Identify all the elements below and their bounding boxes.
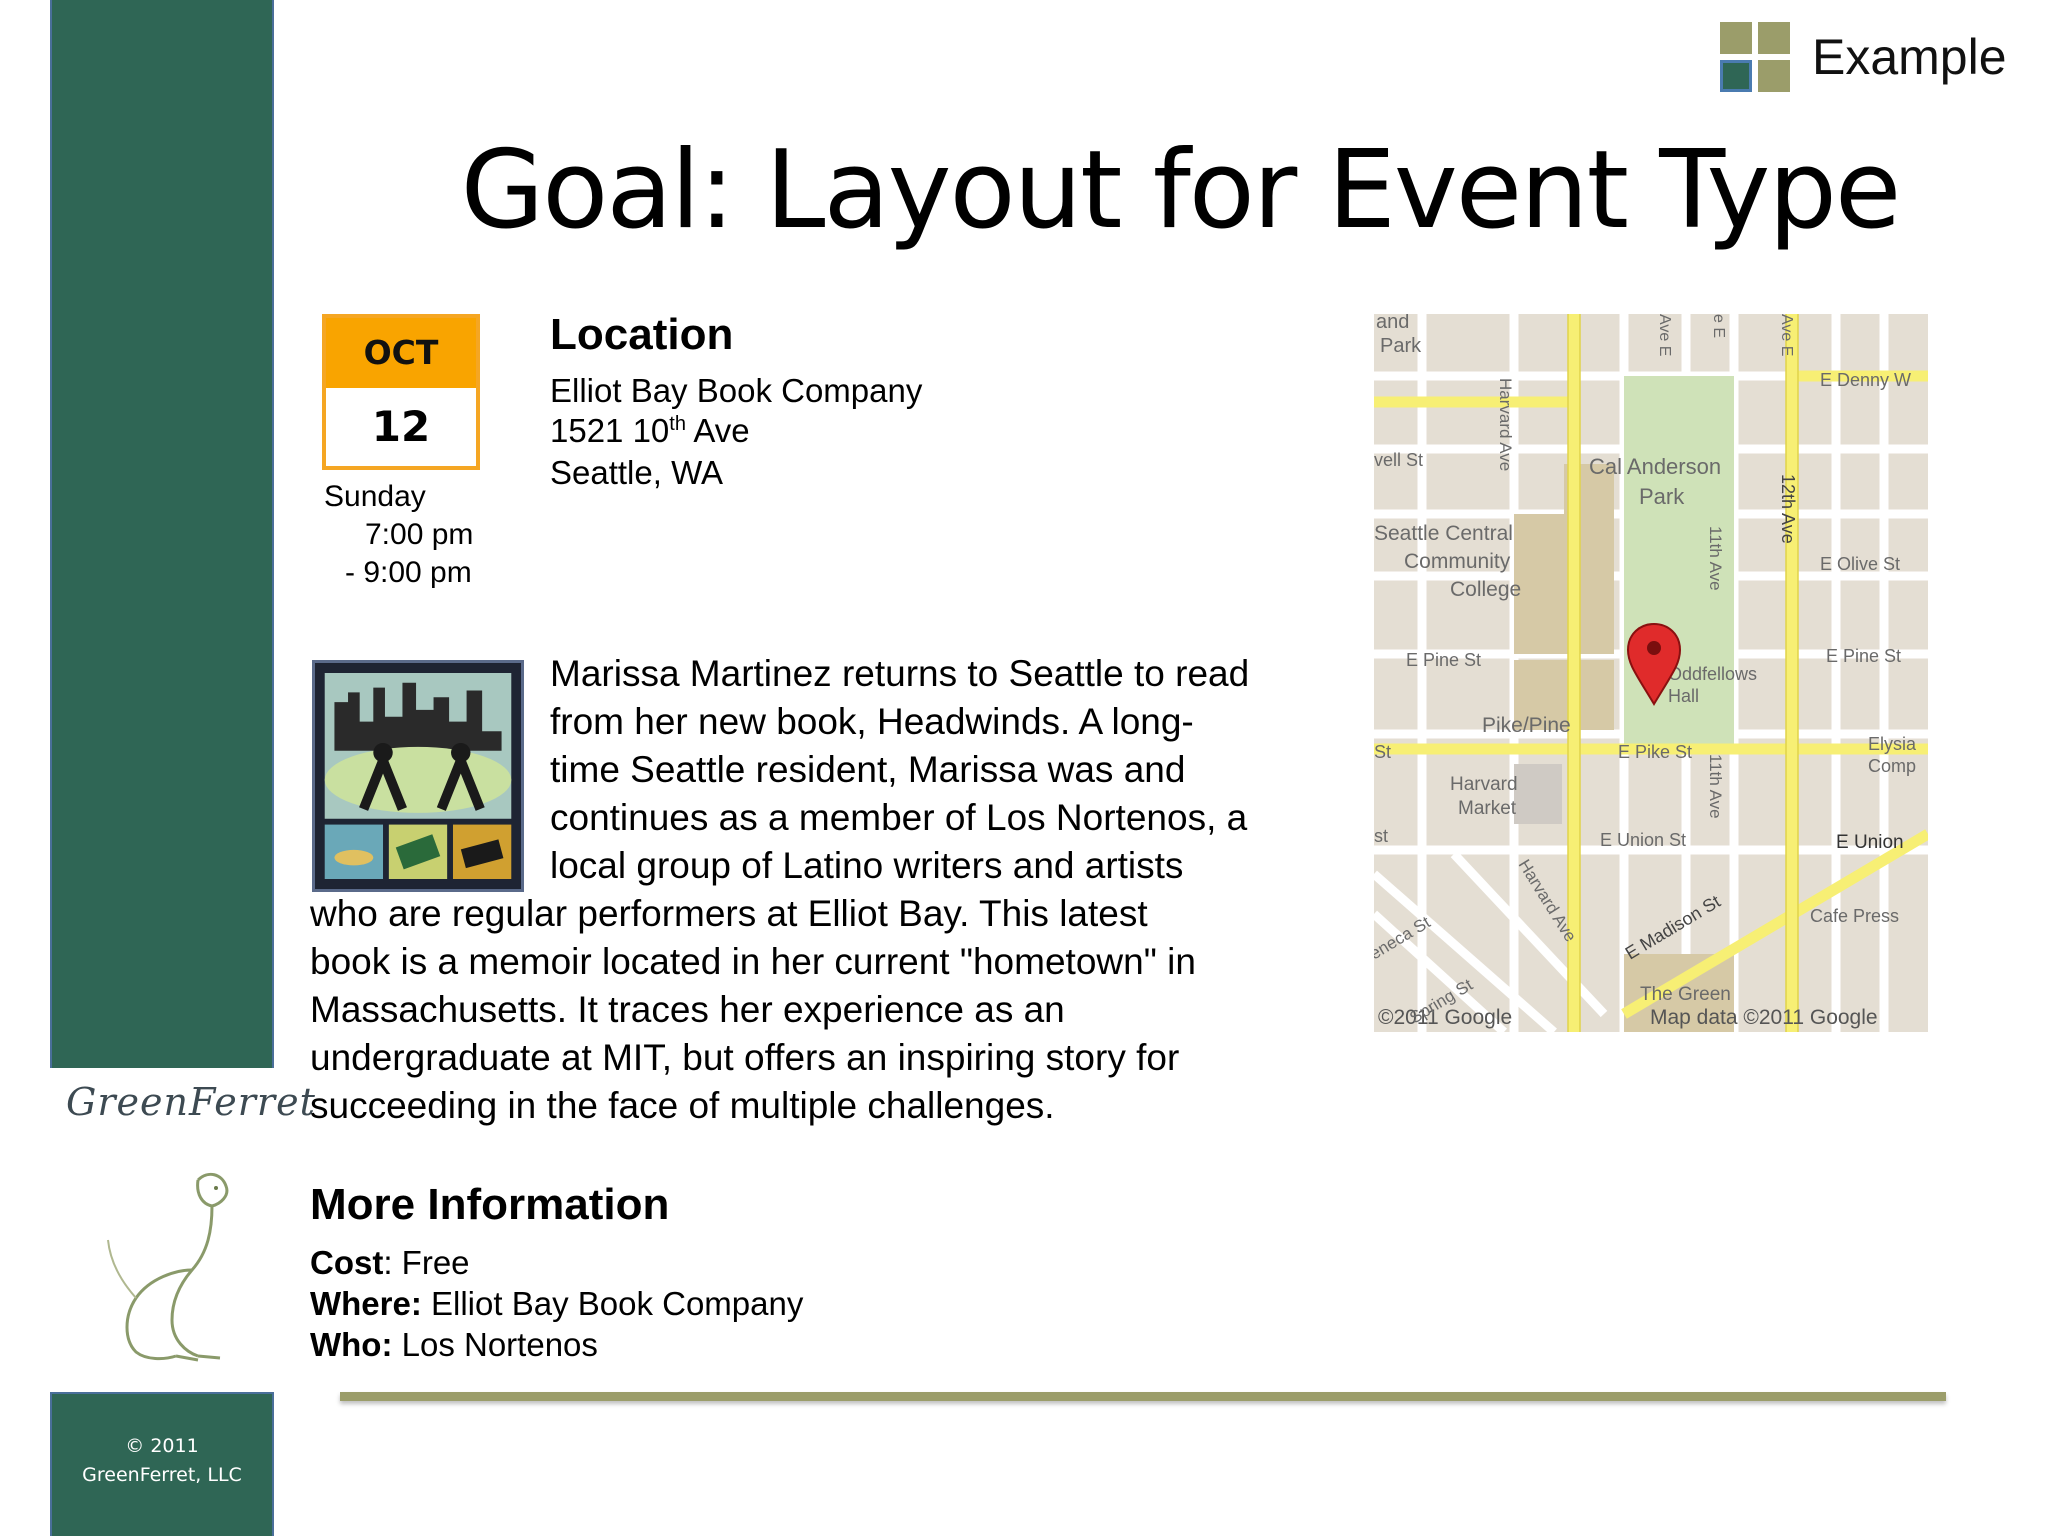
calendar-month: OCT	[326, 318, 476, 388]
description-line: Marissa Martinez returns to Seattle to r…	[550, 653, 1250, 694]
map-label: 11th Ave	[1706, 526, 1725, 591]
map-label: st	[1374, 826, 1388, 846]
description-line: continues as a member of Los Nortenos, a	[550, 797, 1248, 838]
sidebar-band	[50, 0, 274, 1068]
brand-square	[1758, 60, 1790, 92]
brand-square-accent	[1720, 60, 1752, 92]
map-label: Cafe Press	[1810, 906, 1899, 926]
map-label: Pike/Pine	[1482, 714, 1571, 737]
cost-value: : Free	[383, 1244, 470, 1281]
map-label: The Green	[1640, 984, 1731, 1005]
map-label: E Pine St	[1406, 650, 1481, 670]
map-label: College	[1450, 578, 1521, 601]
description-line: who are regular performers at Elliot Bay…	[310, 893, 1148, 934]
description-line: from her new book, Headwinds. A long-	[550, 701, 1194, 742]
location-heading: Location	[550, 310, 734, 359]
description-line: local group of Latino writers and artist…	[550, 845, 1184, 886]
map-label: Elysia	[1868, 734, 1917, 754]
street-name: Ave	[685, 412, 750, 449]
copyright-box: © 2011 GreenFerret, LLC	[50, 1392, 274, 1536]
greenferret-logo-text: GreenFerret	[66, 1080, 316, 1124]
location-venue: Elliot Bay Book Company	[550, 372, 923, 409]
map-data-credit: Map data ©2011 Google	[1650, 1006, 1878, 1029]
copyright-company: GreenFerret, LLC	[82, 1464, 242, 1486]
who-value: Los Nortenos	[392, 1326, 598, 1363]
map-label: e E	[1710, 314, 1727, 338]
event-end-time: - 9:00 pm	[345, 556, 472, 589]
location-city: Seattle, WA	[550, 454, 724, 491]
map-label: Hall	[1668, 686, 1699, 706]
location-map[interactable]: and Park E Denny W vell St Cal Anderson …	[1374, 314, 1928, 1032]
brand-square	[1720, 22, 1752, 54]
description-line: time Seattle resident, Marissa was and	[550, 749, 1186, 790]
map-label: E Union St	[1600, 830, 1686, 850]
where-value: Elliot Bay Book Company	[421, 1285, 804, 1322]
ferret-illustration	[107, 1172, 229, 1362]
more-info-heading: More Information	[310, 1180, 670, 1229]
where-label: Where:	[310, 1285, 422, 1322]
map-label: Harvard	[1450, 774, 1518, 795]
cost-line: Cost: Free	[310, 1244, 470, 1282]
map-label: Cal Anderson	[1589, 454, 1721, 479]
cost-label: Cost	[310, 1244, 384, 1281]
map-label: E Pike St	[1618, 742, 1692, 762]
book-cover-image	[312, 660, 524, 892]
description-line: undergraduate at MIT, but offers an insp…	[310, 1037, 1180, 1078]
description-line: book is a memoir located in her current …	[310, 941, 1196, 982]
calendar-day: 12	[371, 402, 431, 451]
map-label: 11th Ave	[1706, 754, 1725, 819]
divider-rule	[340, 1392, 1946, 1401]
map-label: E Union	[1836, 832, 1904, 853]
map-label: Park	[1380, 335, 1422, 357]
description-line: Massachusetts. It traces her experience …	[310, 989, 1065, 1030]
where-line: Where: Elliot Bay Book Company	[310, 1285, 803, 1323]
who-line: Who: Los Nortenos	[310, 1326, 598, 1364]
map-label: 12th Ave	[1778, 474, 1798, 544]
map-label: Ave E	[1778, 314, 1795, 356]
map-label: and	[1376, 314, 1409, 333]
map-label: Park	[1639, 484, 1685, 509]
copyright-year: © 2011	[125, 1435, 199, 1457]
who-label: Who:	[310, 1326, 393, 1363]
street-number: 1521 10	[550, 412, 670, 449]
map-label: E Denny W	[1820, 370, 1911, 390]
location-street: 1521 10th Ave	[550, 412, 750, 450]
map-label: E Pine St	[1826, 646, 1901, 666]
brand-square	[1758, 22, 1790, 54]
event-start-time: 7:00 pm	[365, 518, 474, 551]
slide-title: Goal: Layout for Event Type	[460, 128, 1902, 253]
map-label: Oddfellows	[1668, 664, 1757, 684]
map-label: Harvard Ave	[1496, 378, 1515, 471]
map-label: Comp	[1868, 756, 1916, 776]
map-label: E Olive St	[1820, 554, 1900, 574]
description-line: succeeding in the face of multiple chall…	[310, 1085, 1055, 1126]
street-suffix: th	[669, 413, 686, 435]
map-label: St	[1374, 742, 1391, 762]
map-label: Seattle Central	[1374, 522, 1513, 545]
brand-label: Example	[1812, 29, 2007, 85]
map-label: Ave E	[1656, 314, 1673, 356]
calendar-badge: OCT 12	[322, 314, 480, 470]
map-label: Community	[1404, 550, 1511, 573]
map-label: vell St	[1374, 450, 1423, 470]
event-weekday: Sunday	[324, 480, 426, 513]
map-label: Market	[1458, 798, 1517, 819]
